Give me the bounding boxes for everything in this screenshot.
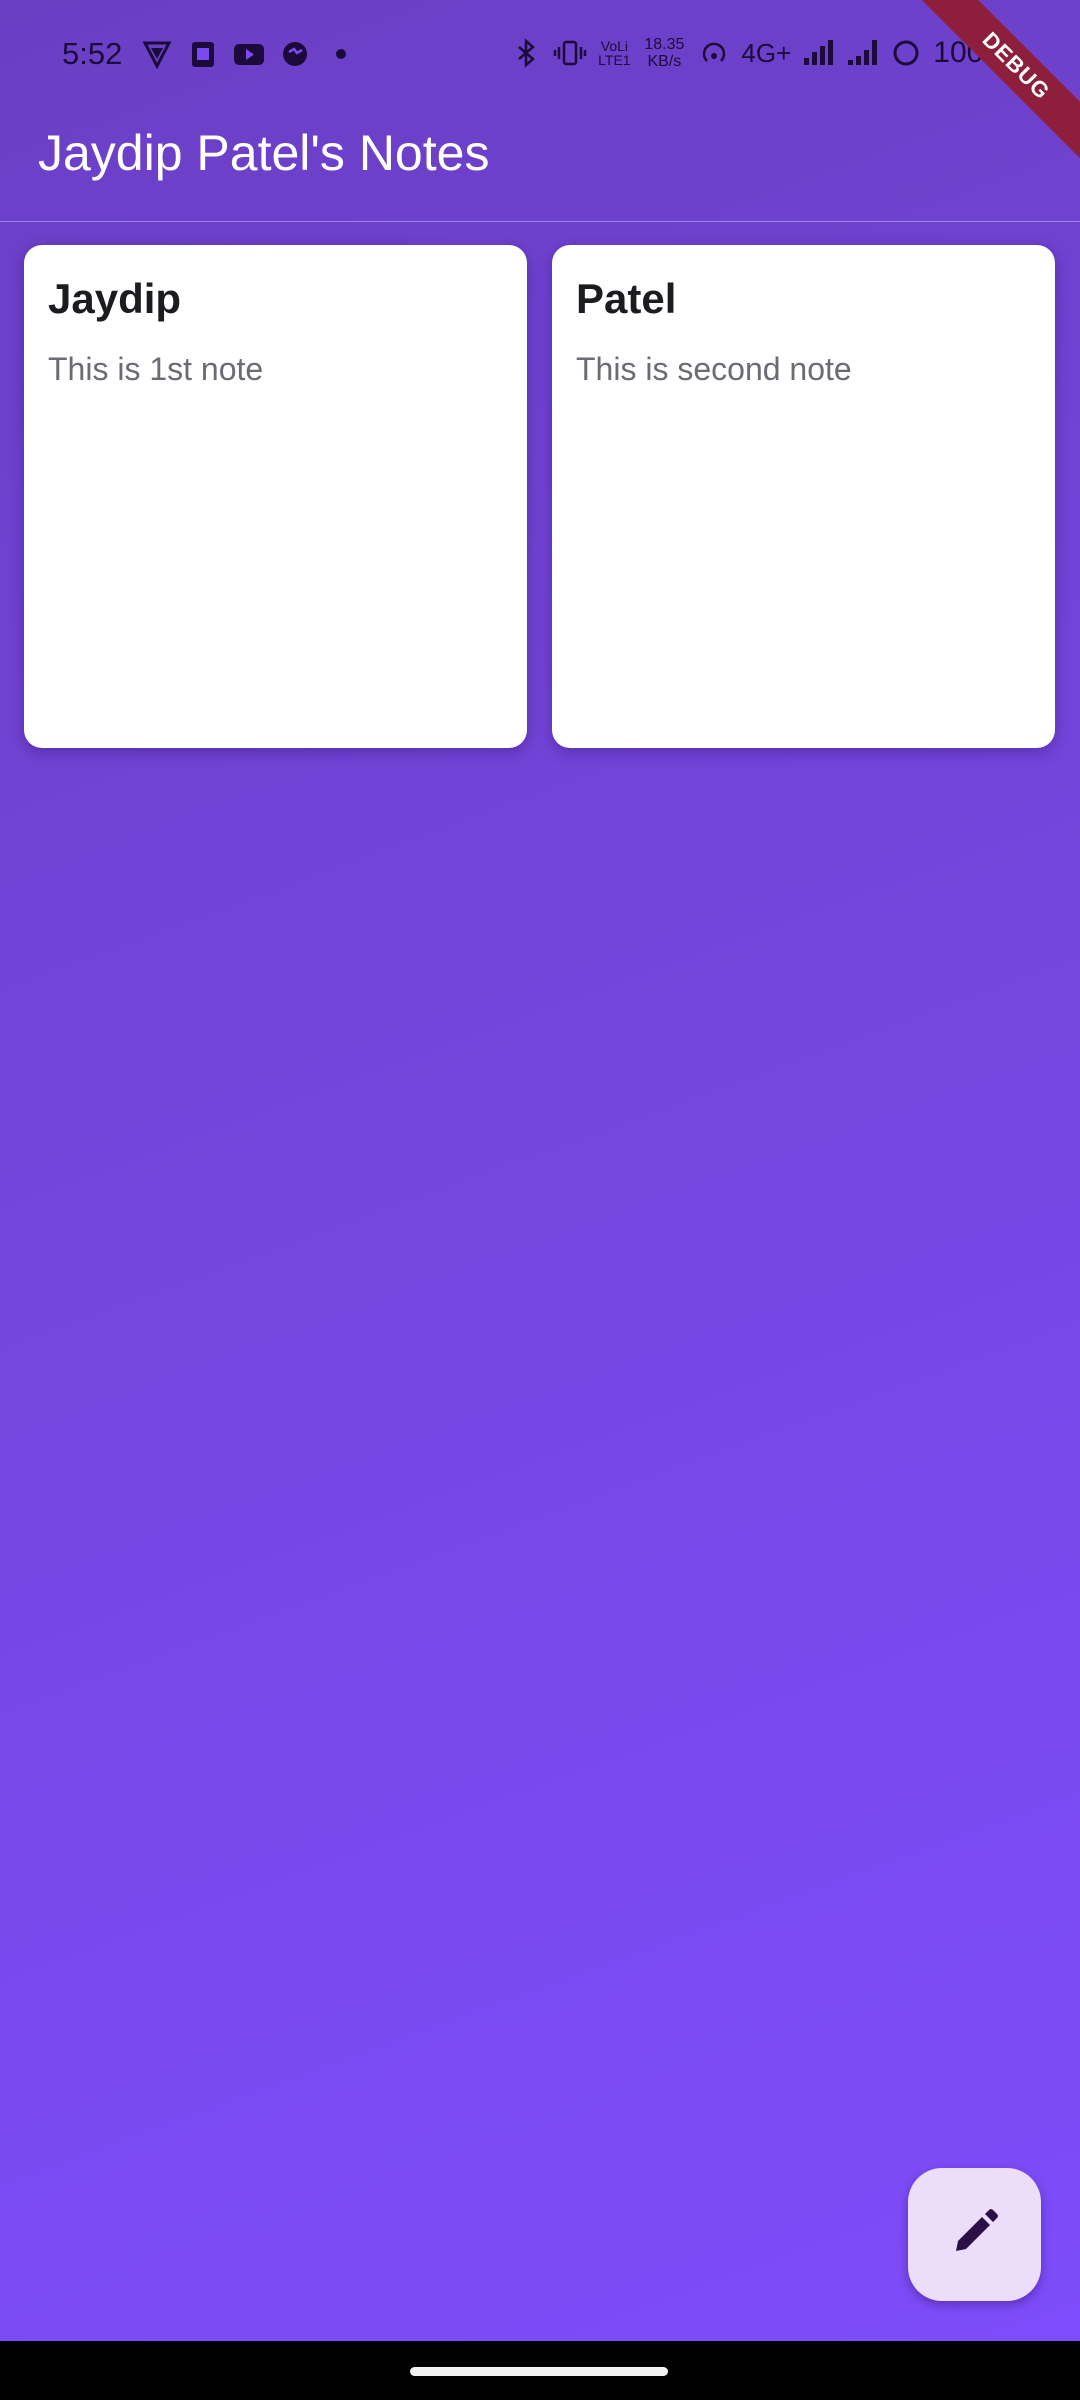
note-body: This is 1st note	[48, 351, 264, 387]
debug-banner-label: DEBUG	[909, 0, 1080, 173]
network-speed-value: 18.35	[644, 36, 685, 53]
status-time: 5:52	[62, 36, 123, 71]
network-speed: 18.35 KB/s	[641, 36, 687, 70]
add-note-button[interactable]	[908, 2168, 1041, 2301]
vpn-shield-icon	[140, 37, 174, 71]
youtube-icon	[232, 37, 266, 71]
note-card[interactable]: Patel This is second note	[552, 245, 1055, 748]
bluetooth-icon	[509, 36, 543, 70]
messenger-icon	[278, 37, 312, 71]
home-gesture-handle[interactable]	[410, 2367, 668, 2376]
volte-bottom: LTE1	[598, 52, 631, 68]
signal-strength-2-icon	[845, 36, 879, 70]
volte-top: VoLi	[600, 38, 629, 54]
page-title: Jaydip Patel's Notes	[38, 125, 490, 181]
status-left: 5:52	[62, 36, 358, 72]
note-body: This is second note	[576, 351, 852, 387]
note-title: Patel	[576, 275, 677, 322]
notification-dot-icon	[324, 37, 358, 71]
hotspot-icon	[697, 36, 731, 70]
debug-banner: DEBUG	[880, 0, 1080, 200]
system-nav-bar	[0, 2341, 1080, 2400]
volte-indicator: VoLi LTE1	[597, 39, 631, 67]
note-title: Jaydip	[48, 275, 182, 322]
note-card[interactable]: Jaydip This is 1st note	[24, 245, 527, 748]
signal-strength-icon	[801, 36, 835, 70]
network-type: 4G+	[741, 37, 792, 68]
edit-pencil-icon	[950, 2207, 1000, 2262]
network-speed-unit: KB/s	[647, 53, 682, 70]
vibrate-icon	[553, 36, 587, 70]
sim-card-icon	[186, 37, 220, 71]
